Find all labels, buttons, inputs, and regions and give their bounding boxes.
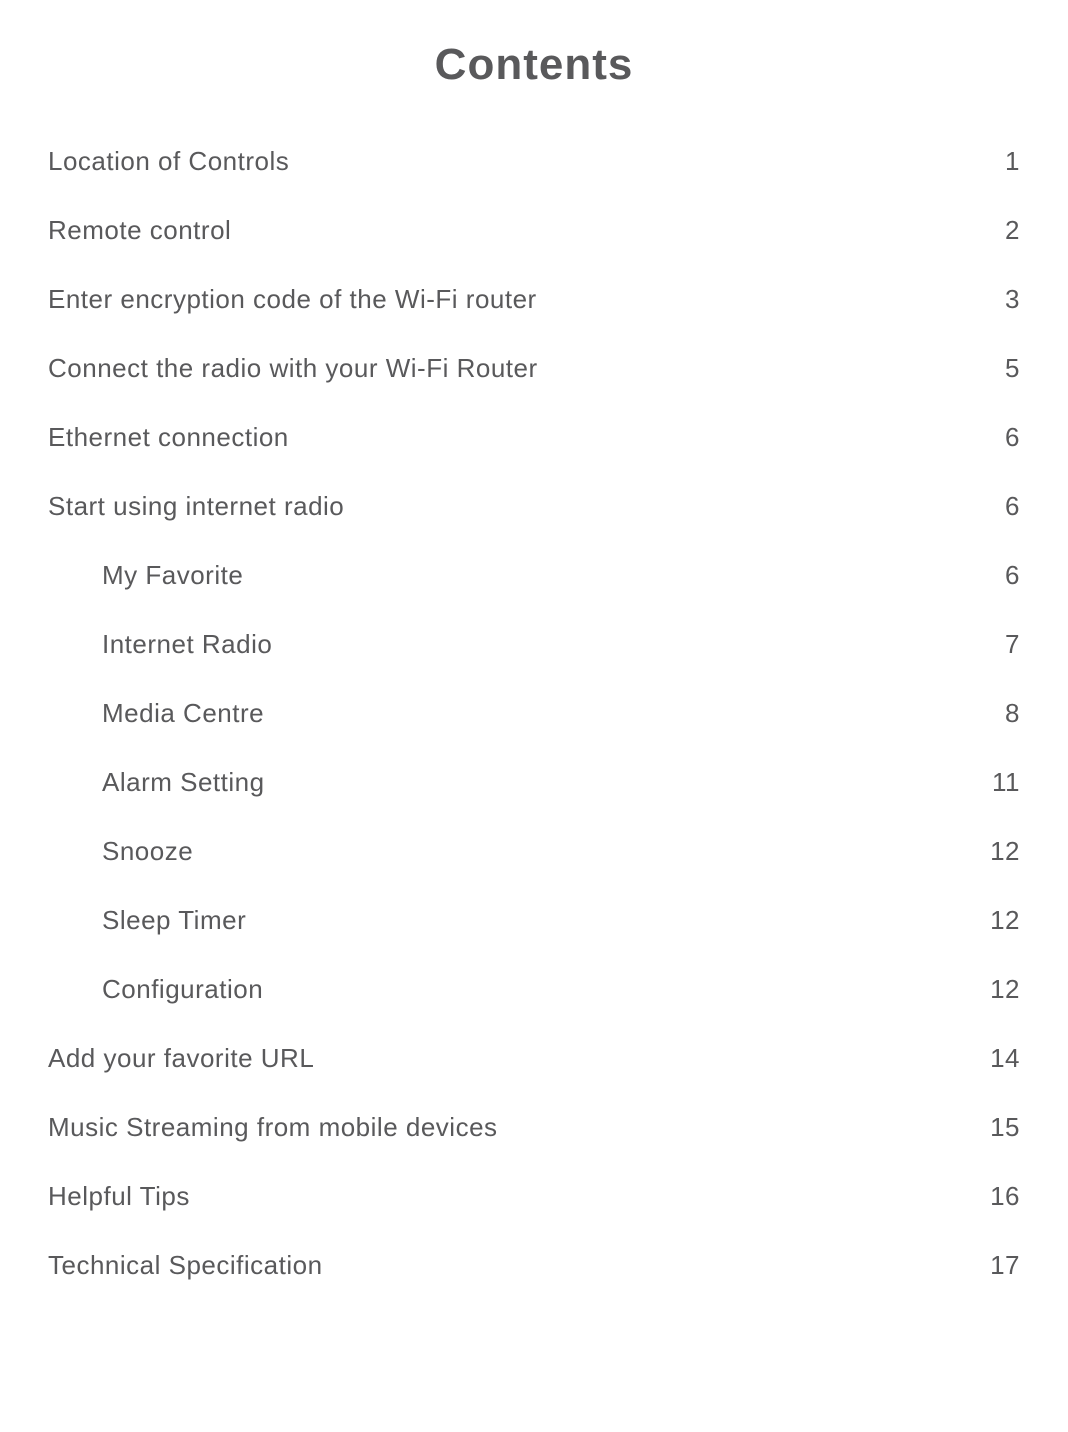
toc-entry-label: Music Streaming from mobile devices bbox=[48, 1112, 498, 1143]
toc-entry-label: My Favorite bbox=[102, 560, 243, 591]
toc-entry: Remote control 2 bbox=[48, 215, 1020, 246]
toc-entry: Start using internet radio 6 bbox=[48, 491, 1020, 522]
toc-entry-label: Snooze bbox=[102, 836, 193, 867]
toc-entry: Snooze 12 bbox=[48, 836, 1020, 867]
toc-entry: Alarm Setting 11 bbox=[48, 767, 1020, 798]
toc-entry-label: Media Centre bbox=[102, 698, 264, 729]
toc-entry: Music Streaming from mobile devices 15 bbox=[48, 1112, 1020, 1143]
toc-entry-page: 6 bbox=[1001, 560, 1020, 591]
toc-entry-label: Start using internet radio bbox=[48, 491, 344, 522]
toc-entry: Configuration 12 bbox=[48, 974, 1020, 1005]
toc-entry-page: 17 bbox=[986, 1250, 1020, 1281]
toc-entry: Internet Radio 7 bbox=[48, 629, 1020, 660]
toc-entry: Enter encryption code of the Wi-Fi route… bbox=[48, 284, 1020, 315]
toc-entry-page: 6 bbox=[1001, 422, 1020, 453]
toc-entry-label: Configuration bbox=[102, 974, 263, 1005]
toc-entry-label: Ethernet connection bbox=[48, 422, 289, 453]
toc-entry-label: Internet Radio bbox=[102, 629, 272, 660]
toc-entry-page: 14 bbox=[986, 1043, 1020, 1074]
toc-entry-page: 3 bbox=[1001, 284, 1020, 315]
toc-entry-page: 2 bbox=[1001, 215, 1020, 246]
toc-entry-label: Add your favorite URL bbox=[48, 1043, 314, 1074]
toc-entry: Helpful Tips 16 bbox=[48, 1181, 1020, 1212]
toc-entry-label: Connect the radio with your Wi-Fi Router bbox=[48, 353, 538, 384]
toc-entry-page: 11 bbox=[988, 767, 1020, 798]
toc-entry-label: Alarm Setting bbox=[102, 767, 265, 798]
toc-entry: Technical Specification 17 bbox=[48, 1250, 1020, 1281]
toc-entry: Connect the radio with your Wi-Fi Router… bbox=[48, 353, 1020, 384]
toc-entry-page: 7 bbox=[1001, 629, 1020, 660]
toc-entry-page: 1 bbox=[1001, 146, 1020, 177]
toc-entry-label: Sleep Timer bbox=[102, 905, 246, 936]
toc-entry: Ethernet connection 6 bbox=[48, 422, 1020, 453]
toc-entry-label: Enter encryption code of the Wi-Fi route… bbox=[48, 284, 537, 315]
toc-entry: Location of Controls 1 bbox=[48, 146, 1020, 177]
toc-entry-label: Helpful Tips bbox=[48, 1181, 190, 1212]
toc-entry-page: 8 bbox=[1001, 698, 1020, 729]
toc-entry-page: 15 bbox=[986, 1112, 1020, 1143]
toc-entry: Sleep Timer 12 bbox=[48, 905, 1020, 936]
toc-entry-page: 12 bbox=[986, 905, 1020, 936]
page-title: Contents bbox=[48, 40, 1020, 90]
toc-entry-label: Technical Specification bbox=[48, 1250, 323, 1281]
toc-entry-label: Location of Controls bbox=[48, 146, 289, 177]
table-of-contents: Location of Controls 1 Remote control 2 Ente… bbox=[48, 146, 1020, 1281]
toc-entry-page: 12 bbox=[986, 974, 1020, 1005]
toc-entry-page: 6 bbox=[1001, 491, 1020, 522]
toc-entry-label: Remote control bbox=[48, 215, 231, 246]
toc-entry: My Favorite 6 bbox=[48, 560, 1020, 591]
toc-entry-page: 5 bbox=[1001, 353, 1020, 384]
toc-entry: Add your favorite URL 14 bbox=[48, 1043, 1020, 1074]
toc-entry-page: 12 bbox=[986, 836, 1020, 867]
toc-entry: Media Centre 8 bbox=[48, 698, 1020, 729]
toc-entry-page: 16 bbox=[986, 1181, 1020, 1212]
